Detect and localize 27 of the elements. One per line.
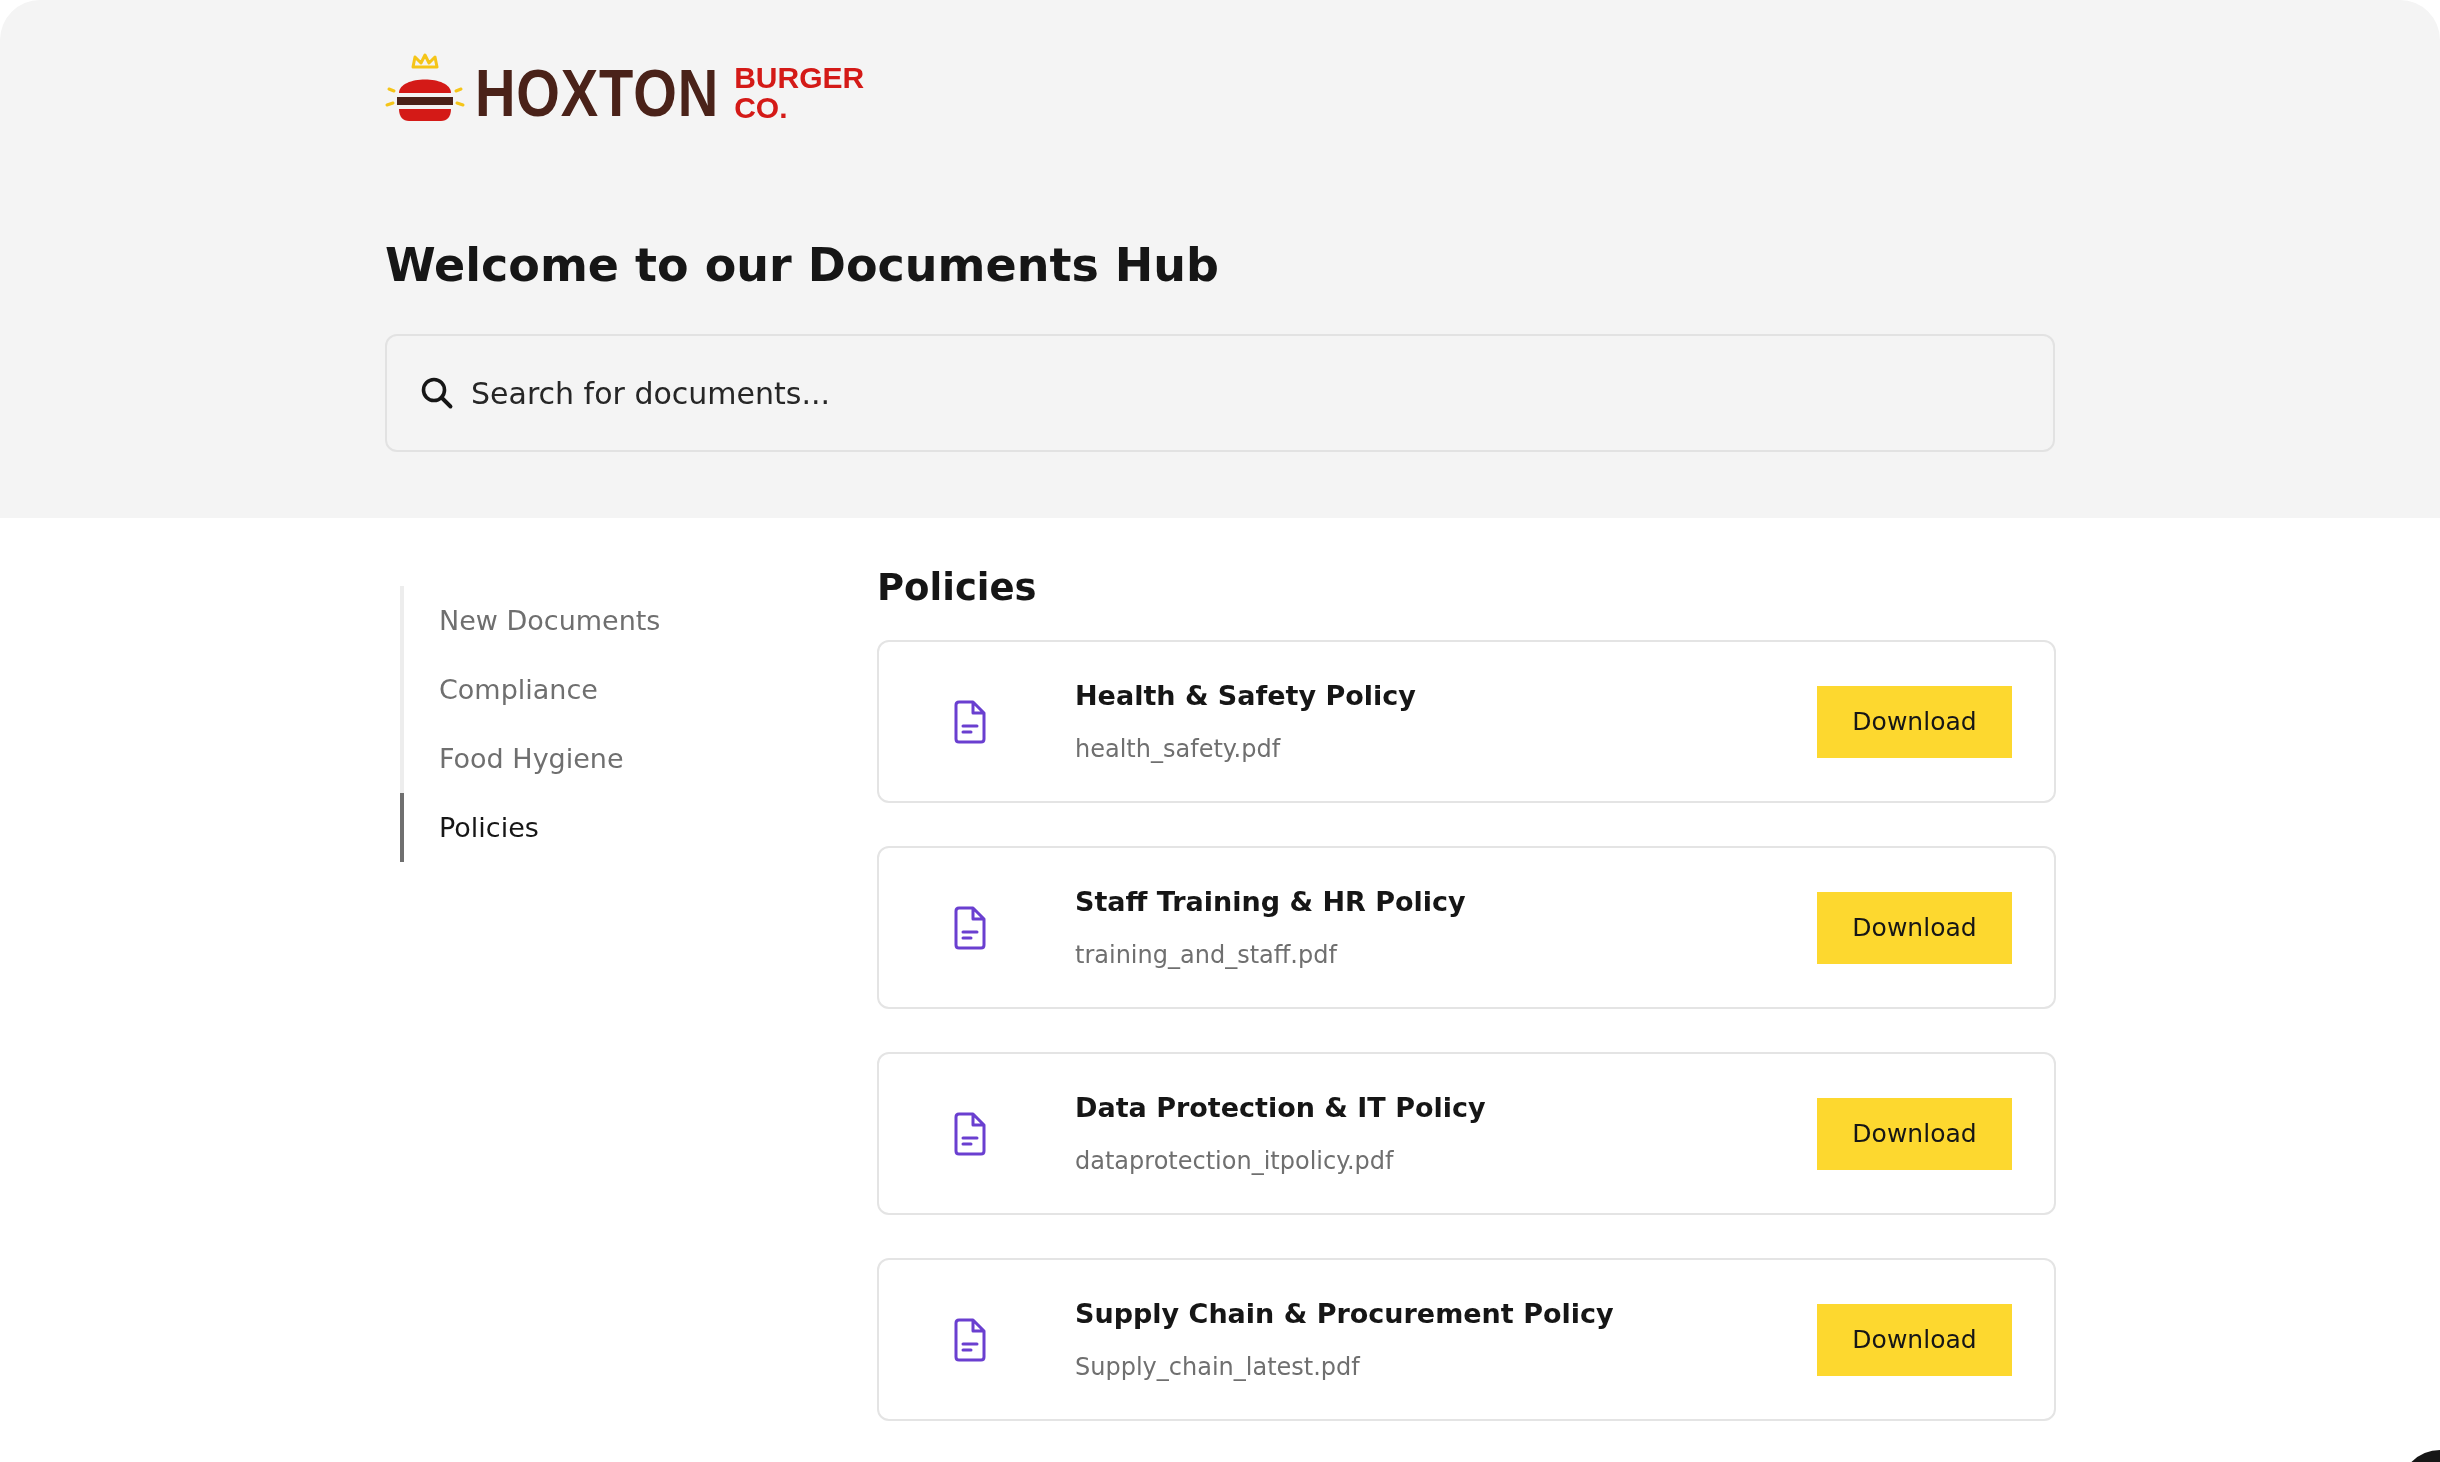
- logo-subtitle: CO.: [734, 93, 789, 123]
- download-button[interactable]: Download: [1817, 1303, 2012, 1376]
- download-button[interactable]: Download: [1817, 1097, 2012, 1170]
- file-name: training_and_staff.pdf: [1075, 941, 1339, 969]
- download-button[interactable]: Download: [1817, 685, 2012, 758]
- logo-wordmark: HOXTON: [475, 55, 720, 131]
- document-icon: [953, 1317, 987, 1362]
- document-icon: [953, 699, 987, 744]
- sidebar-item[interactable]: Food Hygiene: [400, 724, 877, 793]
- search-field[interactable]: Search for documents...: [385, 334, 2055, 452]
- file-name: Supply_chain_latest.pdf: [1075, 1353, 1362, 1381]
- document-icon: [953, 905, 987, 950]
- document-title: Supply Chain & Procurement Policy: [1075, 1298, 1615, 1329]
- sidebar-item[interactable]: Policies: [400, 793, 877, 862]
- document-title: Health & Safety Policy: [1075, 680, 1417, 711]
- sidebar-item[interactable]: New Documents: [400, 586, 877, 655]
- file-name: dataprotection_itpolicy.pdf: [1075, 1147, 1395, 1175]
- section-title: Policies: [877, 566, 1038, 609]
- page-title: Welcome to our Documents Hub: [385, 238, 1220, 292]
- logo-subtitle: BURGER: [734, 63, 865, 93]
- document-icon: [953, 1111, 987, 1156]
- search-icon: [419, 375, 455, 411]
- file-name: health_safety.pdf: [1075, 735, 1282, 763]
- download-button[interactable]: Download: [1817, 891, 2012, 964]
- document-title: Staff Training & HR Policy: [1075, 886, 1467, 917]
- document-title: Data Protection & IT Policy: [1075, 1092, 1487, 1123]
- sidebar-item[interactable]: Compliance: [400, 655, 877, 724]
